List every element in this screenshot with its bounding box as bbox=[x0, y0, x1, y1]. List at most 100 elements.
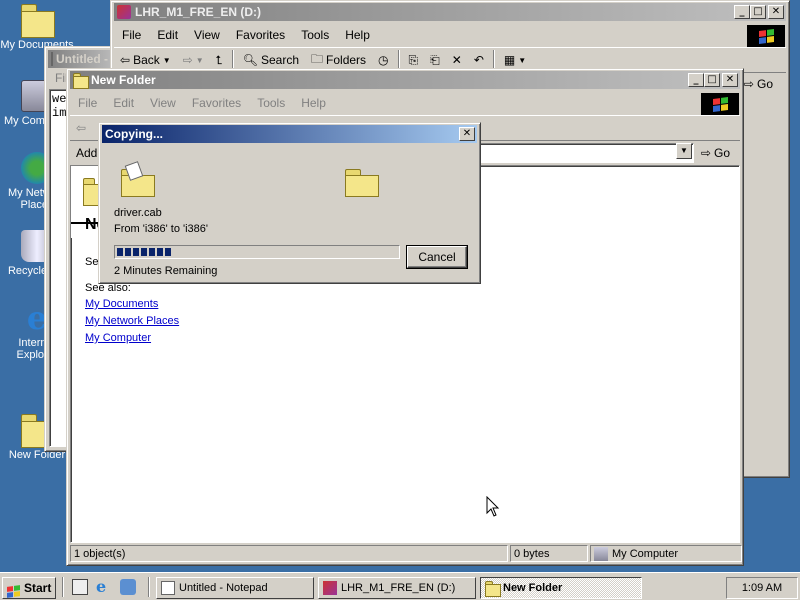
copy-to-button[interactable]: ⎗ bbox=[424, 53, 446, 68]
views-button[interactable]: ▦ ▼ bbox=[498, 53, 532, 67]
cd-drive-icon bbox=[117, 5, 131, 19]
task-label: LHR_M1_FRE_EN (D:) bbox=[341, 582, 456, 594]
chevron-down-icon: ▼ bbox=[195, 55, 204, 65]
go-arrow-icon: ⇨ bbox=[743, 77, 754, 91]
drive-go-button[interactable]: ⇨ Go bbox=[738, 77, 779, 91]
menu-tools[interactable]: Tools bbox=[293, 28, 337, 42]
copying-dialog[interactable]: Copying... ✕ driver.cab From 'i386' to '… bbox=[98, 122, 481, 284]
quick-launch-ie[interactable]: e bbox=[96, 577, 106, 596]
my-computer-icon bbox=[594, 546, 608, 561]
internet-explorer-icon: e bbox=[96, 577, 107, 596]
minimize-button[interactable]: _ bbox=[734, 5, 750, 19]
search-label: Search bbox=[260, 53, 300, 67]
menu-file[interactable]: File bbox=[114, 28, 149, 42]
menu-file[interactable]: File bbox=[70, 96, 105, 110]
close-button[interactable]: ✕ bbox=[722, 73, 738, 87]
progress-block bbox=[133, 248, 139, 256]
task-notepad[interactable]: Untitled - Notepad bbox=[156, 577, 314, 599]
chevron-down-icon: ▼ bbox=[680, 146, 688, 155]
menu-favorites[interactable]: Favorites bbox=[228, 28, 293, 42]
status-zone: My Computer bbox=[590, 545, 742, 562]
drive-menubar: File Edit View Favorites Tools Help bbox=[114, 25, 786, 45]
back-arrow-icon: ⇦ bbox=[76, 121, 87, 135]
task-label: New Folder bbox=[503, 582, 563, 594]
menu-view[interactable]: View bbox=[186, 28, 228, 42]
move-to-button[interactable]: ⎘ bbox=[403, 53, 425, 68]
link-my-computer[interactable]: My Computer bbox=[85, 332, 151, 344]
views-icon: ▦ bbox=[503, 53, 516, 67]
start-button[interactable]: Start bbox=[2, 577, 56, 599]
status-bar: 1 object(s) 0 bytes My Computer bbox=[70, 545, 742, 563]
status-size: 0 bytes bbox=[510, 545, 588, 562]
cancel-button[interactable]: Cancel bbox=[406, 245, 468, 269]
copy-source-dest: From 'i386' to 'i386' bbox=[114, 223, 208, 235]
toolbar-separator bbox=[492, 50, 495, 70]
dialog-titlebar[interactable]: Copying... ✕ bbox=[102, 125, 477, 143]
dialog-title: Copying... bbox=[105, 127, 163, 141]
menu-favorites[interactable]: Favorites bbox=[184, 96, 249, 110]
forward-arrow-icon: ⇨ bbox=[182, 53, 193, 67]
taskbar: Start e Untitled - Notepad LHR_M1_FRE_EN… bbox=[0, 572, 800, 600]
copy-progress-bar bbox=[114, 245, 400, 259]
taskbar-separator bbox=[148, 577, 150, 597]
address-input[interactable] bbox=[478, 143, 694, 163]
drive-window-titlebar[interactable]: LHR_M1_FRE_EN (D:) _ □ ✕ bbox=[114, 3, 786, 21]
windows-logo bbox=[747, 25, 785, 47]
drive-window-title: LHR_M1_FRE_EN (D:) bbox=[135, 5, 262, 19]
mouse-cursor-icon bbox=[486, 496, 500, 517]
menu-view[interactable]: View bbox=[142, 96, 184, 110]
menu-help[interactable]: Help bbox=[337, 28, 378, 42]
go-button[interactable]: ⇨ Go bbox=[695, 146, 736, 160]
copy-filename: driver.cab bbox=[114, 207, 162, 219]
back-button[interactable]: ⇦ Back ▼ bbox=[114, 53, 177, 67]
folder-icon bbox=[485, 581, 501, 597]
progress-block bbox=[157, 248, 163, 256]
go-label: Go bbox=[713, 146, 730, 160]
close-button[interactable]: ✕ bbox=[459, 127, 475, 141]
history-icon: ◷ bbox=[378, 53, 389, 67]
task-drive[interactable]: LHR_M1_FRE_EN (D:) bbox=[318, 577, 476, 599]
menu-edit[interactable]: Edit bbox=[149, 28, 186, 42]
history-button[interactable]: ◷ bbox=[372, 53, 394, 67]
folders-label: Folders bbox=[326, 53, 367, 67]
start-label: Start bbox=[24, 581, 52, 595]
undo-icon: ↶ bbox=[473, 53, 484, 67]
quick-launch-desktop[interactable] bbox=[72, 579, 88, 595]
taskbar-separator bbox=[62, 577, 64, 597]
close-button[interactable]: ✕ bbox=[768, 5, 784, 19]
search-button[interactable]: 🔍︎ Search bbox=[237, 53, 305, 67]
maximize-button[interactable]: □ bbox=[750, 5, 766, 19]
back-arrow-icon: ⇦ bbox=[120, 53, 131, 67]
search-icon: 🔍︎ bbox=[242, 53, 258, 67]
progress-block bbox=[141, 248, 147, 256]
progress-block bbox=[117, 248, 123, 256]
menu-help[interactable]: Help bbox=[293, 96, 334, 110]
menu-edit[interactable]: Edit bbox=[105, 96, 142, 110]
delete-icon: ✕ bbox=[451, 53, 462, 67]
menu-tools[interactable]: Tools bbox=[249, 96, 293, 110]
maximize-button[interactable]: □ bbox=[704, 73, 720, 87]
task-new-folder[interactable]: New Folder bbox=[480, 577, 642, 599]
windows-logo bbox=[701, 93, 739, 115]
time-remaining: 2 Minutes Remaining bbox=[114, 265, 218, 277]
link-my-documents[interactable]: My Documents bbox=[85, 298, 158, 310]
undo-button[interactable]: ↶ bbox=[468, 53, 490, 67]
cd-drive-icon bbox=[323, 581, 337, 595]
quick-launch-outlook[interactable] bbox=[120, 579, 136, 595]
back-button[interactable]: ⇦ bbox=[70, 121, 92, 135]
folder-window-titlebar[interactable]: New Folder _ □ ✕ bbox=[70, 71, 740, 89]
notepad-icon bbox=[161, 581, 175, 595]
up-button[interactable]: ⮤ bbox=[210, 53, 229, 68]
delete-button[interactable]: ✕ bbox=[446, 53, 468, 67]
forward-button[interactable]: ⇨ ▼ bbox=[177, 53, 210, 67]
chevron-down-icon: ▼ bbox=[518, 55, 527, 65]
link-my-network-places[interactable]: My Network Places bbox=[85, 315, 179, 327]
address-dropdown-button[interactable]: ▼ bbox=[676, 143, 692, 159]
desktop-icon-my-documents[interactable]: My Documents bbox=[0, 4, 74, 51]
clock[interactable]: 1:09 AM bbox=[742, 582, 782, 594]
task-label: Untitled - Notepad bbox=[179, 582, 268, 594]
minimize-button[interactable]: _ bbox=[688, 73, 704, 87]
progress-block bbox=[165, 248, 171, 256]
move-to-icon: ⎘ bbox=[408, 52, 419, 67]
system-tray: 1:09 AM bbox=[726, 577, 798, 599]
